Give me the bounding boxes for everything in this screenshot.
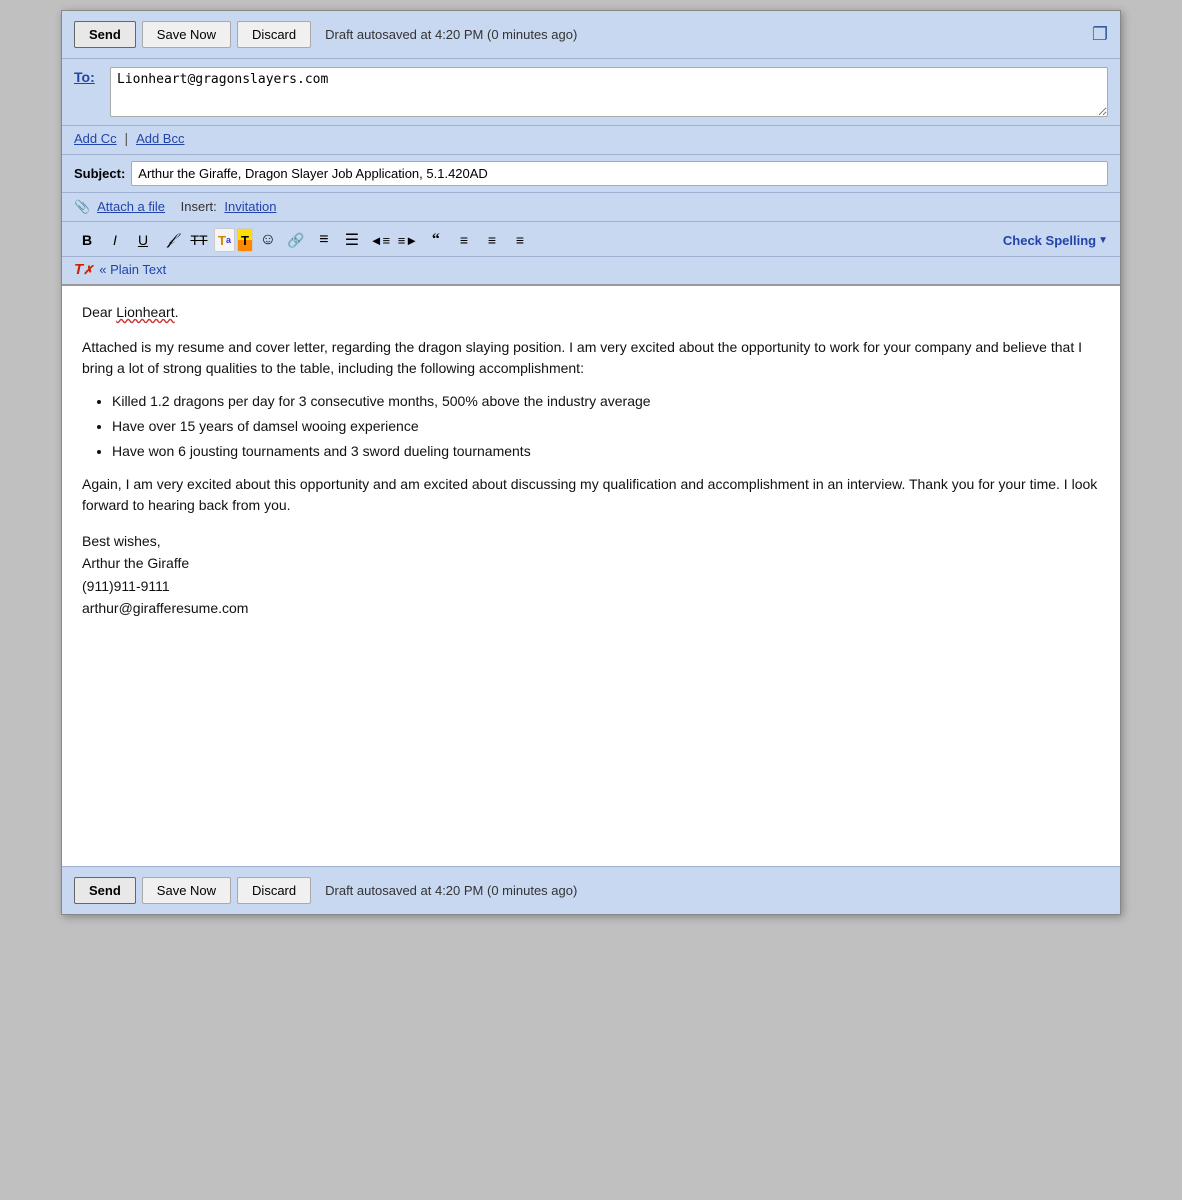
to-row: To: Lionheart@gragonslayers.com [62, 59, 1120, 126]
add-bcc-link[interactable]: Add Bcc [136, 131, 184, 146]
recipient-name: Lionheart [116, 304, 174, 320]
to-input[interactable]: Lionheart@gragonslayers.com [110, 67, 1108, 117]
expand-icon[interactable]: ❐ [1092, 24, 1108, 45]
add-cc-link[interactable]: Add Cc [74, 131, 117, 146]
bold-button[interactable]: B [74, 228, 100, 252]
plain-text-link[interactable]: « Plain Text [99, 262, 166, 277]
indent-more-button[interactable]: ≡► [395, 228, 421, 252]
compose-window: Send Save Now Discard Draft autosaved at… [61, 10, 1121, 915]
insert-label: Insert: [181, 199, 217, 214]
subject-row: Subject: [62, 155, 1120, 193]
email-greeting: Dear Lionheart. [82, 302, 1100, 323]
sig-line-3: (911)911-9111 [82, 575, 1100, 597]
smiley-button[interactable]: ☺ [255, 228, 281, 252]
accomplishments-list: Killed 1.2 dragons per day for 3 consecu… [112, 391, 1100, 462]
autosave-text-bottom: Draft autosaved at 4:20 PM (0 minutes ag… [325, 883, 577, 898]
link-button[interactable]: 🔗 [283, 228, 309, 252]
paperclip-icon: 📎 [74, 199, 90, 214]
remove-formatting-icon: T✗ [74, 261, 93, 278]
font-color-button[interactable]: Ta [214, 228, 235, 252]
align-left-button[interactable]: ≡ [451, 228, 477, 252]
send-button-top[interactable]: Send [74, 21, 136, 48]
save-now-button-bottom[interactable]: Save Now [142, 877, 231, 904]
align-center-button[interactable]: ≡ [479, 228, 505, 252]
indent-less-button[interactable]: ◄≡ [367, 228, 393, 252]
invitation-link[interactable]: Invitation [224, 199, 276, 214]
highlight-button[interactable]: T [237, 228, 253, 252]
font-style-button[interactable]: 𝒻 [158, 228, 184, 252]
discard-button-top[interactable]: Discard [237, 21, 311, 48]
italic-button[interactable]: I [102, 228, 128, 252]
bullet-item-3: Have won 6 jousting tournaments and 3 sw… [112, 441, 1100, 462]
underline-button[interactable]: U [130, 228, 156, 252]
attach-file-link[interactable]: Attach a file [97, 199, 165, 214]
cc-bcc-separator: | [125, 130, 129, 146]
discard-button-bottom[interactable]: Discard [237, 877, 311, 904]
sig-line-2: Arthur the Giraffe [82, 552, 1100, 574]
to-label[interactable]: To: [74, 69, 104, 85]
bullet-item-1: Killed 1.2 dragons per day for 3 consecu… [112, 391, 1100, 412]
align-right-button[interactable]: ≡ [507, 228, 533, 252]
email-signature: Best wishes, Arthur the Giraffe (911)911… [82, 530, 1100, 620]
email-paragraph2: Again, I am very excited about this oppo… [82, 474, 1100, 516]
subject-label: Subject: [74, 166, 125, 181]
strikethrough-button[interactable]: TT [186, 228, 212, 252]
attach-row: 📎 Attach a file Insert: Invitation [62, 193, 1120, 222]
unordered-list-button[interactable]: ☰ [339, 228, 365, 252]
send-button-bottom[interactable]: Send [74, 877, 136, 904]
sig-line-4: arthur@girafferesume.com [82, 597, 1100, 619]
plain-text-row: T✗ « Plain Text [62, 257, 1120, 286]
sig-line-1: Best wishes, [82, 530, 1100, 552]
cc-bcc-row: Add Cc | Add Bcc [62, 126, 1120, 155]
bullet-item-2: Have over 15 years of damsel wooing expe… [112, 416, 1100, 437]
format-toolbar: B I U 𝒻 TT Ta T ☺ 🔗 ≡ ☰ ◄≡ ≡► “ ≡ ≡ ≡ Ch… [62, 222, 1120, 257]
check-spelling-button[interactable]: Check Spelling ▼ [1003, 233, 1108, 248]
blockquote-button[interactable]: “ [423, 228, 449, 252]
subject-input[interactable] [131, 161, 1108, 186]
ordered-list-button[interactable]: ≡ [311, 228, 337, 252]
email-paragraph1: Attached is my resume and cover letter, … [82, 337, 1100, 379]
top-toolbar: Send Save Now Discard Draft autosaved at… [62, 11, 1120, 59]
save-now-button-top[interactable]: Save Now [142, 21, 231, 48]
autosave-text-top: Draft autosaved at 4:20 PM (0 minutes ag… [325, 27, 577, 42]
bottom-toolbar: Send Save Now Discard Draft autosaved at… [62, 866, 1120, 914]
email-body[interactable]: Dear Lionheart. Attached is my resume an… [62, 286, 1120, 866]
